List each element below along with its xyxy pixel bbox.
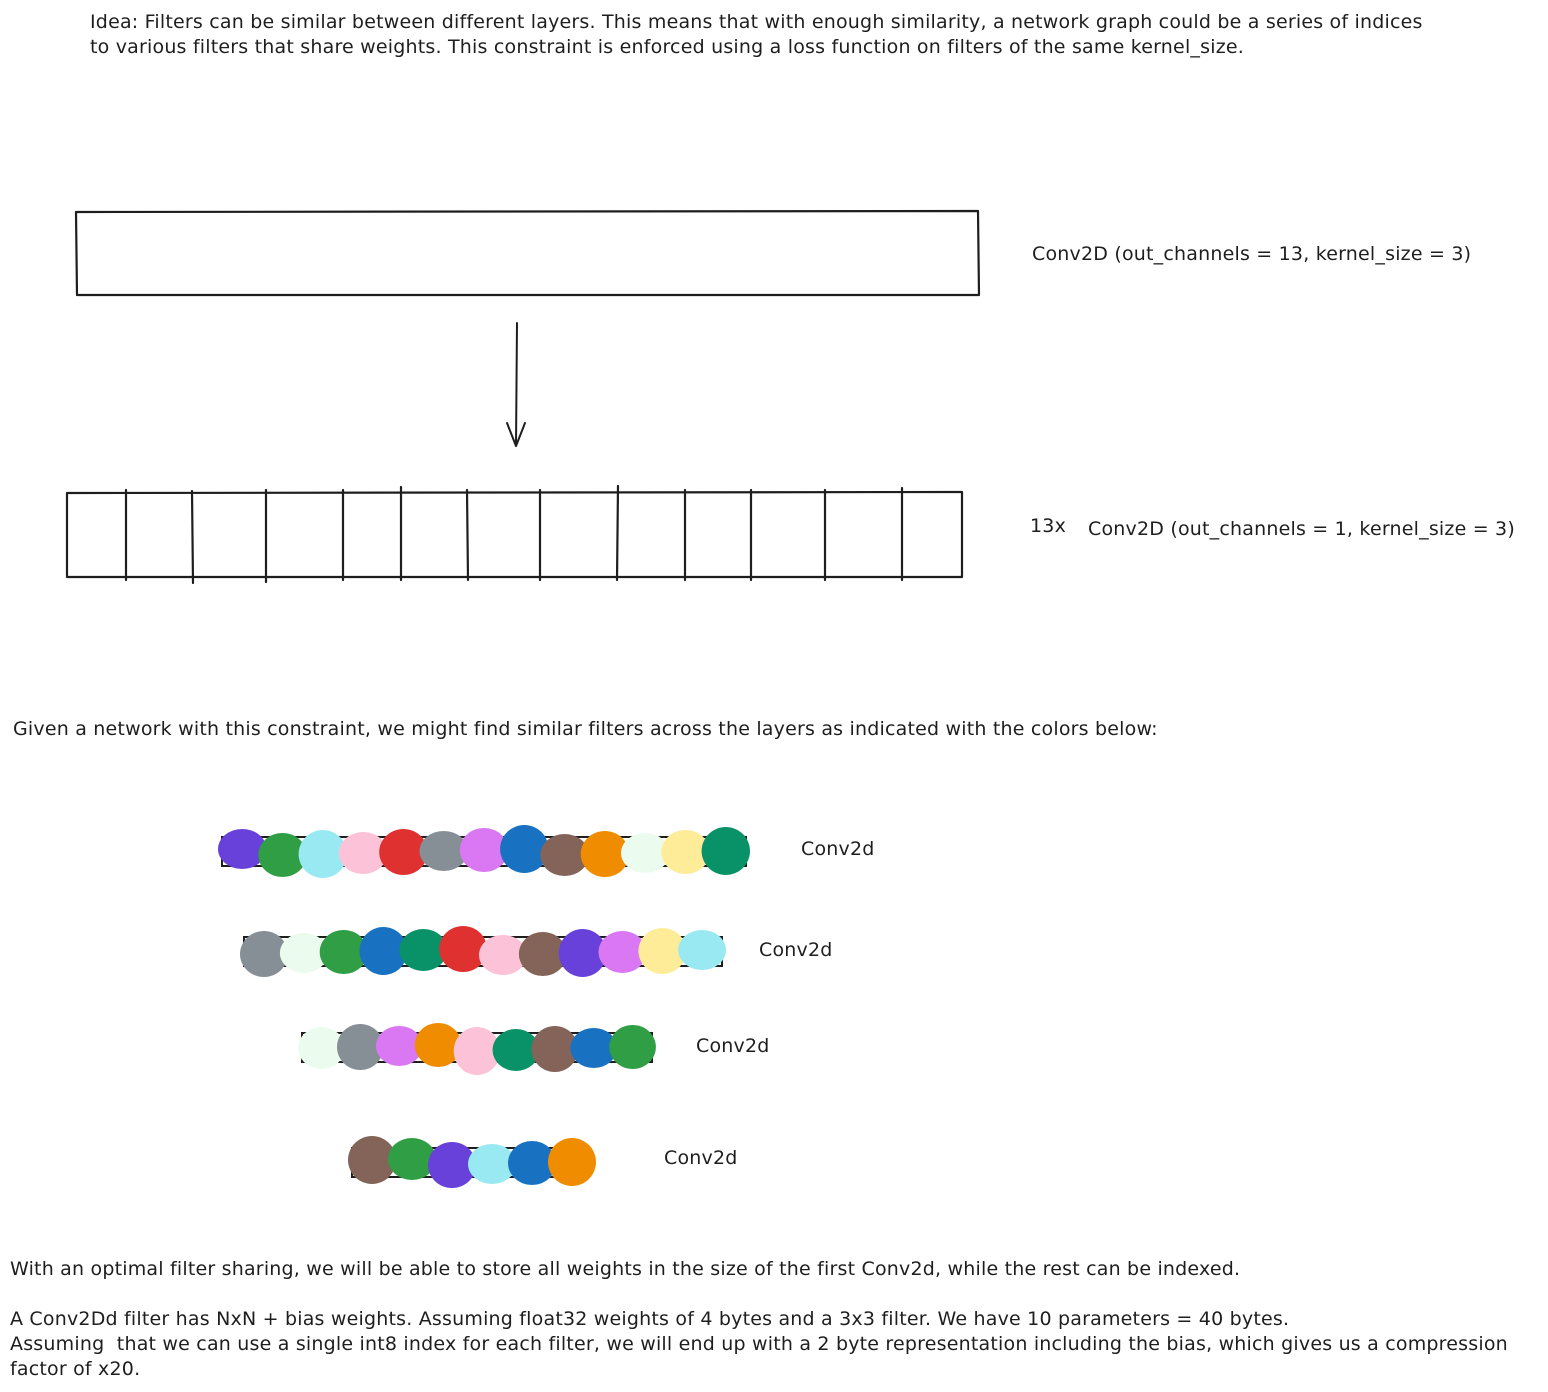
layer-label-2: Conv2d — [759, 939, 833, 961]
filter-blob — [678, 930, 726, 970]
split-conv-label: Conv2D (out_channels = 1, kernel_size = … — [1088, 518, 1515, 540]
filter-blob — [609, 1025, 656, 1069]
diagram-canvas — [65, 209, 981, 1188]
footer-line-3: Assuming that we can use a single int8 i… — [10, 1333, 1508, 1355]
filter-blob — [701, 827, 750, 875]
filter-blob — [500, 825, 549, 873]
footer-line-4: factor of x20. — [10, 1358, 141, 1380]
conv2d-block — [74, 209, 981, 297]
filter-blob — [548, 1138, 596, 1186]
filter-blob — [388, 1138, 436, 1180]
footer-line-2: A Conv2Dd filter has NxN + bias weights.… — [10, 1308, 1290, 1330]
layer-label-1: Conv2d — [801, 838, 875, 860]
top-conv-label: Conv2D (out_channels = 13, kernel_size =… — [1032, 243, 1472, 265]
filter-blob — [439, 926, 487, 972]
footer-line-1: With an optimal filter sharing, we will … — [10, 1258, 1241, 1280]
filter-blob — [218, 829, 267, 869]
given-text: Given a network with this constraint, we… — [13, 718, 1158, 740]
split-conv-block — [65, 484, 964, 585]
filter-blob — [414, 1023, 462, 1067]
filter-blobs — [218, 825, 750, 1188]
layer-label-4: Conv2d — [664, 1147, 738, 1169]
split-count-label: 13x — [1030, 515, 1067, 537]
down-arrow-icon — [506, 322, 526, 447]
layer-label-3: Conv2d — [696, 1035, 770, 1057]
